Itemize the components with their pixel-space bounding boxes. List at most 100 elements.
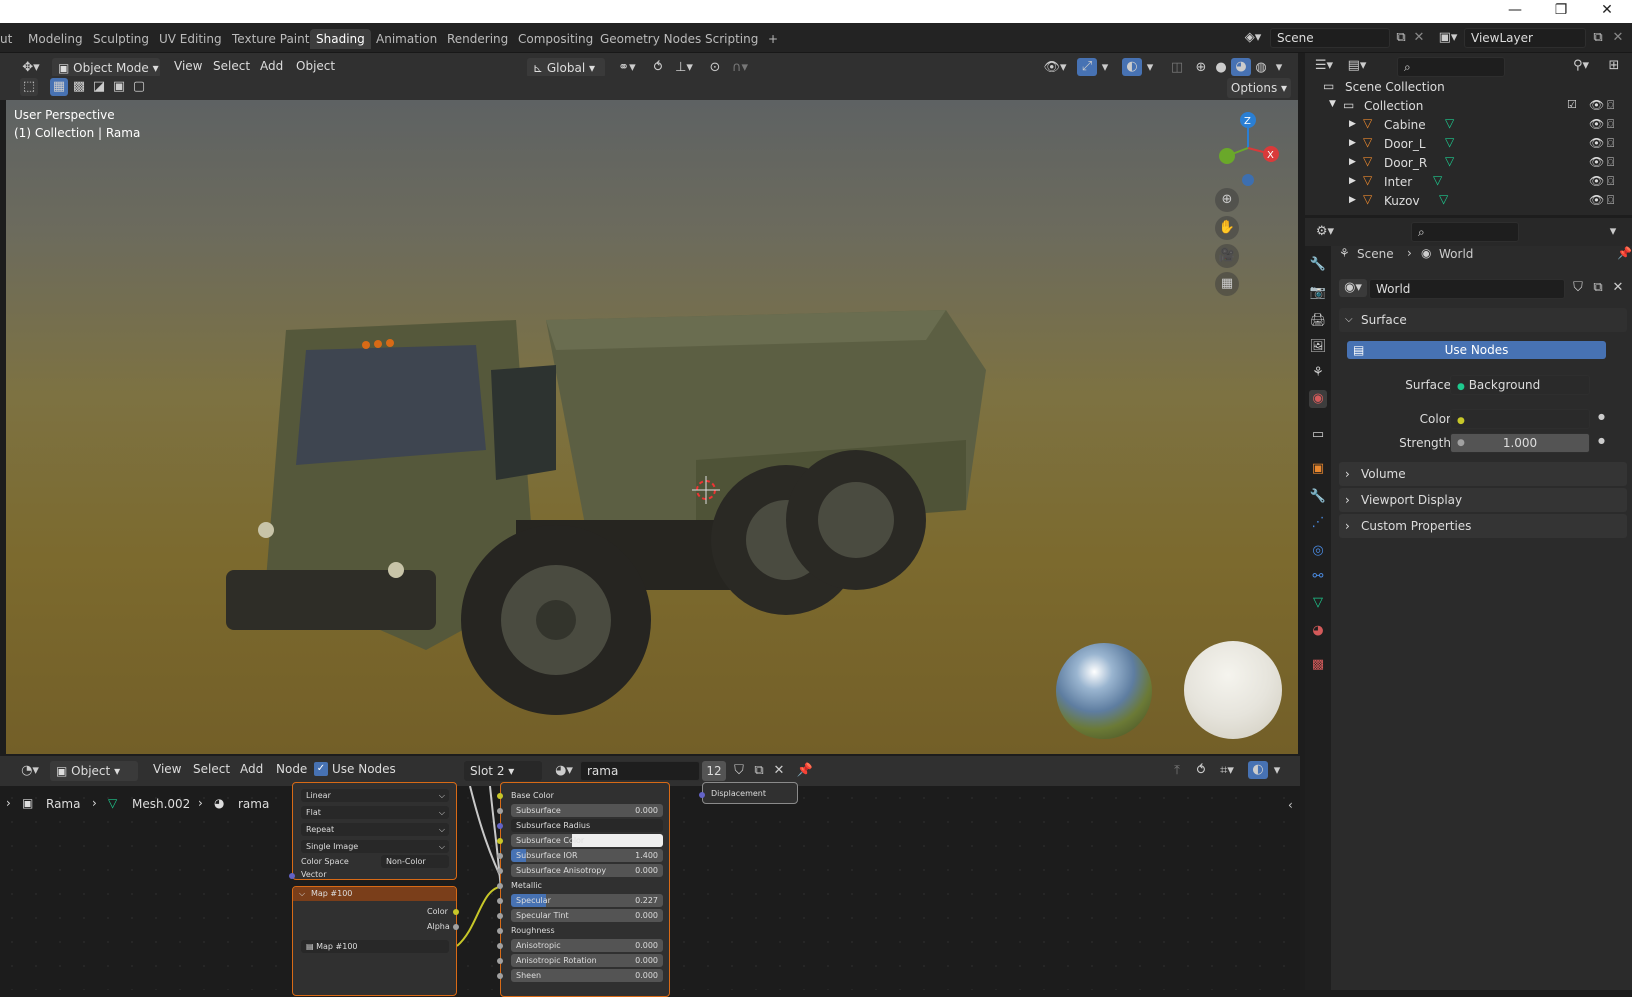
input-socket[interactable]: [497, 943, 503, 949]
input-socket[interactable]: [497, 853, 503, 859]
constraints-tab-icon[interactable]: ⚯: [1309, 568, 1327, 586]
volume-panel-header[interactable]: › Volume: [1339, 462, 1627, 486]
expand-arrow-icon[interactable]: ▶: [1349, 157, 1356, 167]
physics-tab-icon[interactable]: ◎: [1309, 542, 1327, 560]
input-socket[interactable]: [497, 898, 503, 904]
surface-shader-field[interactable]: ● Background: [1450, 375, 1590, 395]
viewport-display-panel-header[interactable]: › Viewport Display: [1339, 488, 1627, 512]
menu-object[interactable]: Object: [296, 59, 335, 73]
unlink-material-icon[interactable]: ✕: [770, 762, 788, 780]
select-intersect-icon[interactable]: ▢: [130, 78, 148, 96]
chevron-down-icon[interactable]: ▾: [1605, 223, 1621, 241]
menu-add[interactable]: Add: [240, 762, 263, 776]
editor-type-icon[interactable]: ✥▾: [18, 59, 44, 77]
shader-type-dropdown[interactable]: ▣ Object ▾: [50, 761, 138, 781]
bsdf-input-field[interactable]: Subsurface Radius: [511, 819, 663, 832]
input-socket[interactable]: [497, 838, 503, 844]
displacement-socket[interactable]: [699, 792, 705, 798]
object-tab-icon[interactable]: ▣: [1309, 460, 1327, 478]
eye-icon[interactable]: 👁: [1589, 193, 1604, 207]
outliner-item[interactable]: ▶ ▽ Cabine ▽ 👁 ⌼: [1305, 115, 1632, 135]
material-name-field[interactable]: rama: [580, 761, 700, 781]
world-name-field[interactable]: World: [1369, 279, 1565, 299]
custom-properties-panel-header[interactable]: › Custom Properties: [1339, 514, 1627, 538]
tab-scripting[interactable]: Scripting: [699, 29, 764, 49]
minimize-button[interactable]: —: [1500, 2, 1530, 18]
camera-render-icon[interactable]: ⌼: [1607, 155, 1614, 170]
color-space-dropdown[interactable]: Non-Color: [381, 855, 449, 868]
xray-icon[interactable]: ◫: [1168, 59, 1186, 77]
outliner-item[interactable]: ▶ ▽ Inter ▽ 👁 ⌼: [1305, 172, 1632, 192]
menu-select[interactable]: Select: [213, 59, 250, 73]
bsdf-input-field[interactable]: Subsurface IOR 1.400: [511, 849, 663, 862]
overlay-dropdown-icon[interactable]: ▾: [1270, 762, 1284, 780]
alpha-output-socket[interactable]: [453, 924, 459, 930]
camera-render-icon[interactable]: ⌼: [1607, 117, 1614, 132]
overlay-toggle-icon[interactable]: ◐: [1248, 761, 1268, 779]
filter-icon[interactable]: ⚲▾: [1567, 57, 1595, 75]
gizmo-dropdown-icon[interactable]: ▾: [1098, 59, 1112, 77]
expand-arrow-icon[interactable]: ▼: [1329, 99, 1336, 109]
menu-add[interactable]: Add: [260, 59, 283, 73]
menu-view[interactable]: View: [153, 762, 181, 776]
material-browse-icon[interactable]: ◕▾: [550, 762, 578, 780]
gizmo-toggle-icon[interactable]: ⤢: [1077, 58, 1097, 76]
tool-tab-icon[interactable]: 🔧: [1309, 256, 1327, 274]
modifier-tab-icon[interactable]: 🔧: [1309, 488, 1327, 506]
principled-bsdf-node[interactable]: Base Color Subsurface 0.000 Subsurface Radi…: [497, 782, 670, 997]
rendered-shading-icon[interactable]: ◍: [1252, 59, 1270, 77]
material-users-count[interactable]: 12: [702, 761, 726, 781]
new-material-icon[interactable]: ⧉: [750, 762, 768, 780]
eye-icon[interactable]: 👁: [1589, 136, 1604, 150]
input-socket[interactable]: [497, 883, 503, 889]
material-preview-icon[interactable]: ◕: [1231, 58, 1251, 76]
eye-icon[interactable]: 👁: [1589, 174, 1604, 188]
data-tab-icon[interactable]: ▽: [1309, 594, 1327, 612]
eye-icon[interactable]: 👁: [1589, 117, 1604, 131]
material-tab-icon[interactable]: ◕: [1309, 622, 1327, 640]
output-tab-icon[interactable]: 🖨: [1309, 312, 1327, 330]
pin-icon[interactable]: 📌: [796, 762, 814, 780]
camera-render-icon[interactable]: ⌼: [1607, 98, 1614, 113]
exclude-checkbox[interactable]: ☑: [1567, 98, 1577, 111]
outliner-item[interactable]: ▶ ▽ Door_R ▽ 👁 ⌼: [1305, 153, 1632, 173]
eye-icon[interactable]: 👁: [1589, 98, 1604, 112]
fake-user-icon[interactable]: ⛉: [1569, 279, 1587, 297]
outliner-item[interactable]: ▶ ▽ Door_L ▽ 👁 ⌼: [1305, 134, 1632, 154]
outliner-item[interactable]: ▶ ▽ Kuzov ▽ 👁 ⌼: [1305, 191, 1632, 211]
overlay-toggle-icon[interactable]: ◐: [1122, 58, 1142, 76]
camera-icon[interactable]: 🎥: [1215, 244, 1239, 268]
color-field[interactable]: ●: [1450, 409, 1590, 429]
scene-field[interactable]: Scene: [1270, 28, 1390, 48]
input-socket[interactable]: [497, 913, 503, 919]
editor-type-icon[interactable]: ◔▾: [16, 762, 44, 780]
select-extend-icon[interactable]: ▩: [70, 78, 88, 96]
select-new-icon[interactable]: ▦: [50, 78, 68, 96]
view-layer-field[interactable]: ViewLayer: [1464, 28, 1586, 48]
map-100-node[interactable]: ⌵ Map #100 Color Alpha ▤ Map #100: [292, 886, 459, 996]
gizmo-y-axis[interactable]: [1219, 148, 1235, 164]
outliner-scene-collection[interactable]: ▭ Scene Collection: [1305, 77, 1632, 97]
zoom-icon[interactable]: ⊕: [1215, 188, 1239, 212]
delete-view-layer-icon[interactable]: ✕: [1610, 29, 1626, 47]
menu-view[interactable]: View: [174, 59, 202, 73]
select-subtract-icon[interactable]: ◪: [90, 78, 108, 96]
add-workspace-button[interactable]: +: [762, 29, 784, 49]
use-nodes-button[interactable]: ▤ Use Nodes: [1347, 341, 1606, 359]
tab-shading[interactable]: Shading: [310, 29, 371, 49]
overlay-dropdown-icon[interactable]: ▾: [1143, 59, 1157, 77]
input-socket[interactable]: [497, 868, 503, 874]
view-layer-tab-icon[interactable]: 🖼: [1309, 338, 1327, 356]
outliner-collection[interactable]: ▼ ▭ Collection ☑ 👁 ⌼: [1305, 96, 1632, 116]
camera-render-icon[interactable]: ⌼: [1607, 174, 1614, 189]
wireframe-shading-icon[interactable]: ⊕: [1192, 59, 1210, 77]
3d-viewport[interactable]: User Perspective (1) Collection | Rama Z…: [6, 100, 1298, 754]
bsdf-input-field[interactable]: Anisotropic Rotation 0.000: [511, 954, 663, 967]
tab-texture-paint[interactable]: Texture Paint: [226, 29, 315, 49]
falloff-icon[interactable]: ∩▾: [727, 59, 753, 77]
bsdf-input-field[interactable]: Subsurface Anisotropy 0.000: [511, 864, 663, 877]
surface-panel-header[interactable]: ⌵ Surface: [1339, 308, 1627, 332]
keyframe-dot-icon[interactable]: ●: [1598, 436, 1605, 445]
view-layer-icon[interactable]: ▣▾: [1434, 29, 1462, 47]
tab-rendering[interactable]: Rendering: [441, 29, 514, 49]
